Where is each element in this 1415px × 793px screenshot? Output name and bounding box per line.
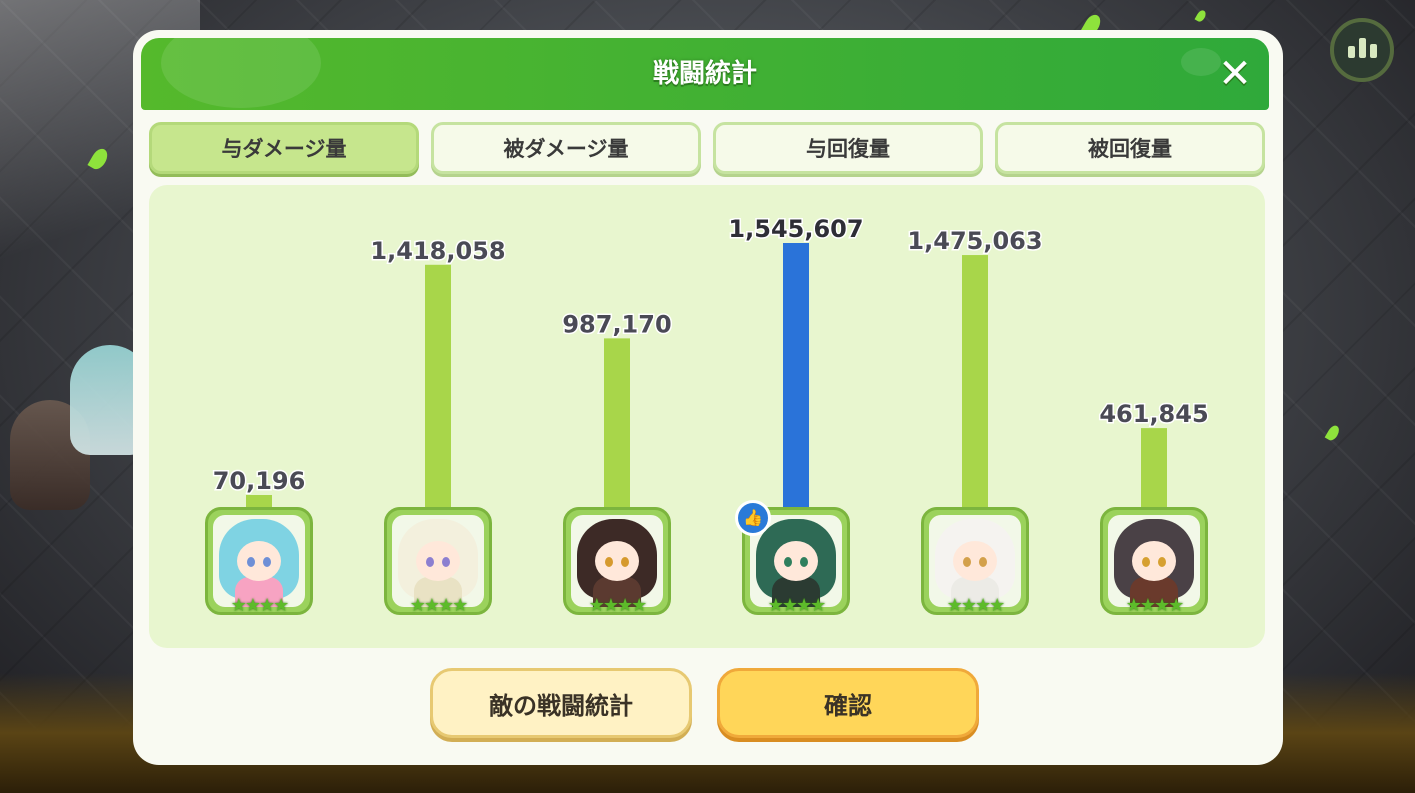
damage-bar-chart: 70,196 1,418,058 987,170 1,545,607 1,475,063… [211,214,1210,507]
damage-value-label: 987,170 [562,310,671,338]
character-card[interactable]: ★★★★ 👍 [735,500,850,616]
damage-bar [246,495,272,507]
character-eye [621,557,629,567]
character-eye [963,557,971,567]
star-rating: ★★★★ [767,595,827,616]
stats-icon-bar [1347,46,1355,58]
character-face [953,541,997,581]
character-face [1132,541,1176,581]
damage-value-label: 70,196 [213,467,306,495]
tab-healing-received[interactable]: 被回復量 [995,122,1265,174]
star-rating: ★★★★ [1125,595,1185,616]
battle-stats-dialog: 戦闘統計 ✕ 与ダメージ量 被ダメージ量 与回復量 被回復量 70,196 1,4… [133,30,1283,765]
damage-bar [425,264,451,507]
character-eye [426,557,434,567]
confirm-button[interactable]: 確認 [717,668,979,738]
character-portrait [571,515,663,607]
character-card[interactable]: ★★★★ [563,507,671,616]
stats-tabs: 与ダメージ量 被ダメージ量 与回復量 被回復量 [149,122,1265,174]
damage-bar [1141,428,1167,507]
character-eye [263,557,271,567]
star-rating: ★★★★ [946,595,1006,616]
star-rating: ★★★★ [230,595,290,616]
character-face [237,541,281,581]
character-eye [1142,557,1150,567]
damage-bar [604,338,630,507]
dialog-title: 戦闘統計 [652,59,757,89]
character-card[interactable]: ★★★★ [205,507,313,616]
character-portrait [213,515,305,607]
character-eye [247,557,255,567]
close-button[interactable]: ✕ [1213,52,1257,96]
damage-value-label: 1,545,607 [728,215,863,243]
character-eye [800,557,808,567]
character-eye [442,557,450,567]
star-rating: ★★★★ [588,595,648,616]
character-eye [605,557,613,567]
character-portrait [1108,515,1200,607]
tab-healing-done[interactable]: 与回復量 [713,122,983,174]
character-portrait [392,515,484,607]
enemy-stats-button[interactable]: 敵の戦闘統計 [430,668,692,738]
star-rating: ★★★★ [409,595,469,616]
character-card[interactable]: ★★★★ [1100,507,1208,616]
tab-damage-taken[interactable]: 被ダメージ量 [431,122,701,174]
character-portrait [929,515,1021,607]
damage-value-label: 1,418,058 [370,237,505,265]
mvp-thumbs-up-icon: 👍 [735,500,771,536]
stats-icon-bar [1358,38,1366,58]
character-face [595,541,639,581]
character-face [416,541,460,581]
character-card[interactable]: ★★★★ [921,507,1029,616]
stats-icon-bar [1369,44,1377,58]
damage-value-label: 461,845 [1099,400,1208,428]
damage-value-label: 1,475,063 [907,227,1042,255]
damage-bar [783,243,809,507]
character-eye [1158,557,1166,567]
character-eye [979,557,987,567]
character-card[interactable]: ★★★★ [384,507,492,616]
damage-chart-panel: 70,196 1,418,058 987,170 1,545,607 1,475,063… [149,185,1265,648]
battle-stats-button[interactable] [1330,18,1394,82]
character-face [774,541,818,581]
character-eye [784,557,792,567]
tab-damage-dealt[interactable]: 与ダメージ量 [149,122,419,174]
damage-bar [962,255,988,507]
dialog-header: 戦闘統計 ✕ [141,38,1269,110]
